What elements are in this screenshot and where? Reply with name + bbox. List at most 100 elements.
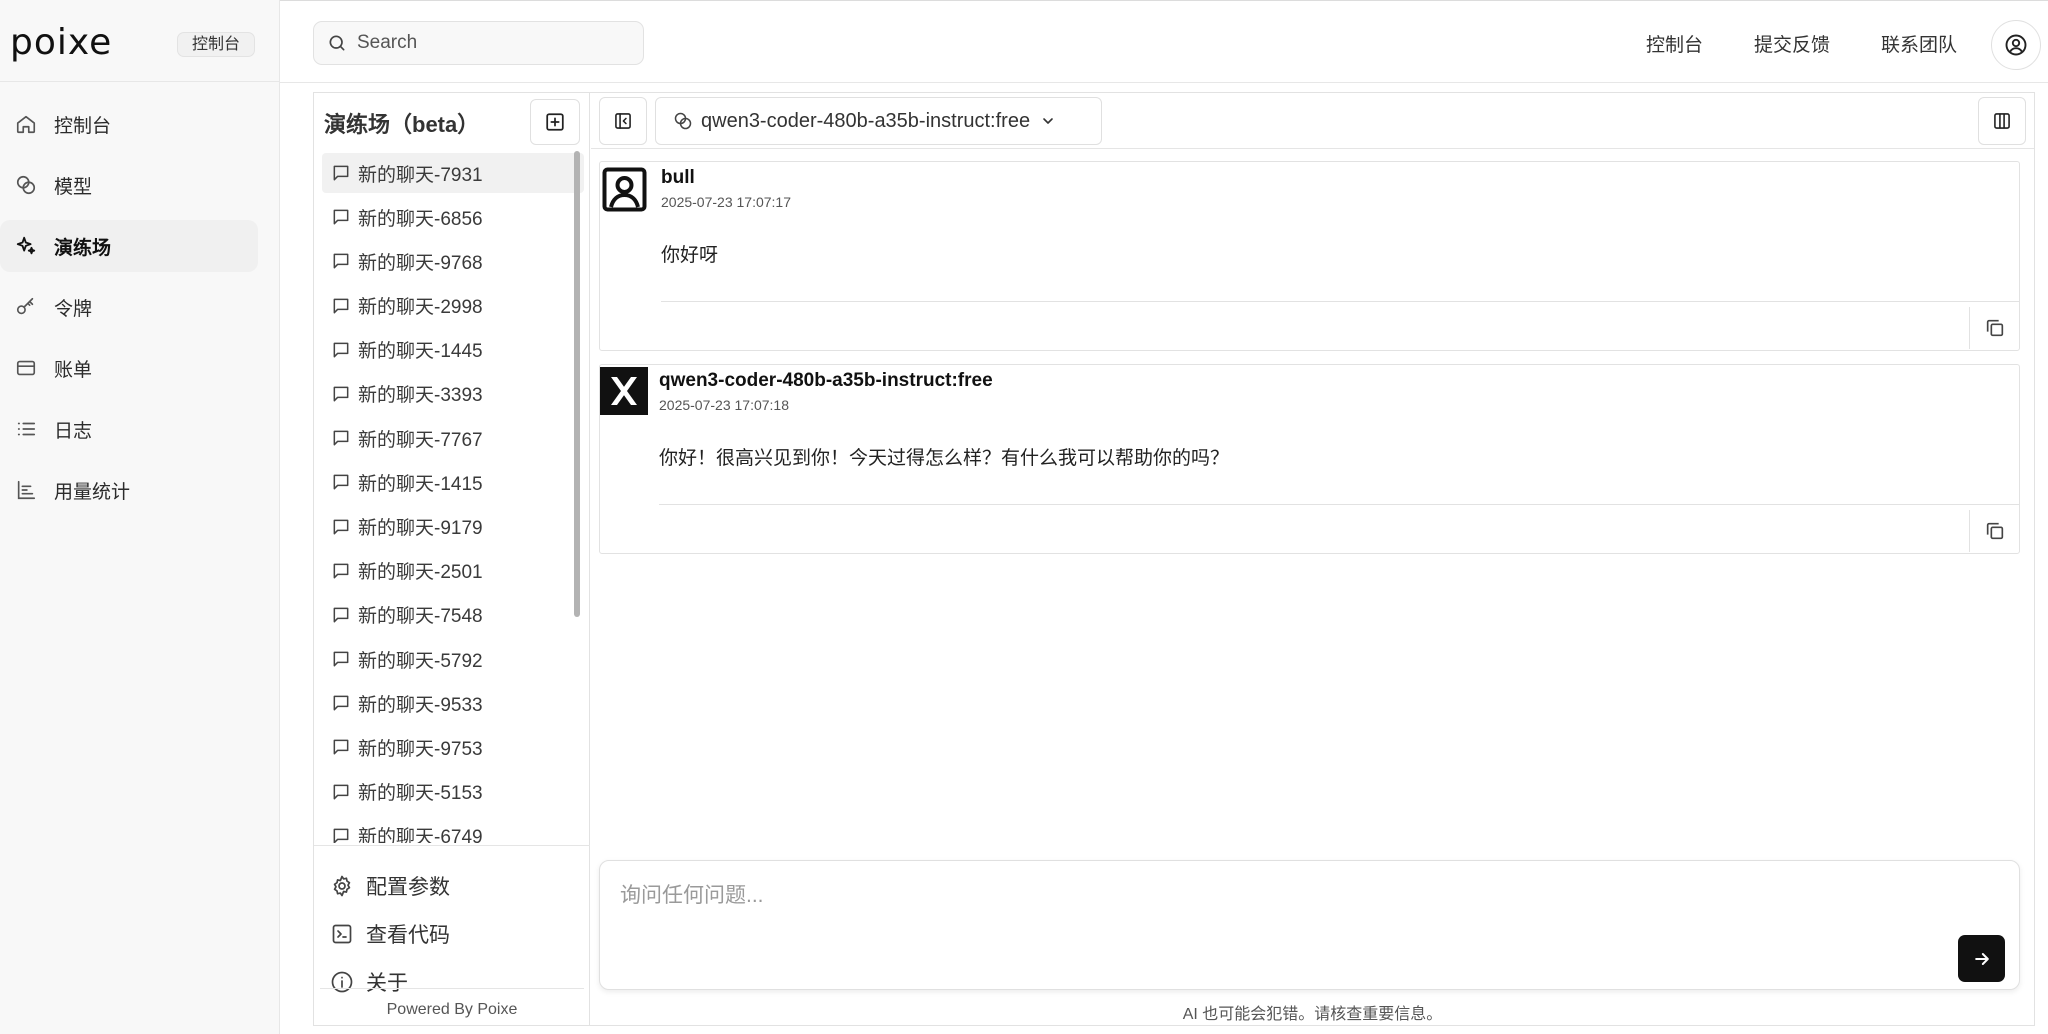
message-icon <box>331 163 351 183</box>
search-box[interactable] <box>313 21 644 65</box>
console-badge: 控制台 <box>177 32 256 57</box>
selected-model: qwen3-coder-480b-a35b-instruct:free <box>701 109 1031 132</box>
bar-chart-icon <box>15 479 37 501</box>
nav-item-billing[interactable]: 账单 <box>0 342 258 394</box>
send-button[interactable] <box>1958 935 2005 982</box>
nav-item-tokens[interactable]: 令牌 <box>0 281 258 333</box>
models-icon <box>15 174 37 196</box>
nav-item-logs[interactable]: 日志 <box>0 403 258 455</box>
account-button[interactable] <box>1991 20 2041 70</box>
chat-item-label: 新的聊天-9753 <box>358 738 483 760</box>
message-icon <box>331 251 351 271</box>
message-icon <box>331 561 351 581</box>
info-icon <box>330 970 354 994</box>
message-input[interactable] <box>620 879 1920 919</box>
chat-main: qwen3-coder-480b-a35b-instruct:free bull… <box>591 93 2034 1025</box>
chat-item-label: 新的聊天-2998 <box>358 297 483 319</box>
copy-button[interactable] <box>1969 307 2019 349</box>
terminal-icon <box>330 922 354 946</box>
chat-item[interactable]: 新的聊天-6749 <box>322 816 584 843</box>
chat-item[interactable]: 新的聊天-5153 <box>322 772 584 812</box>
message-text: 你好！很高兴见到你！今天过得怎么样？有什么我可以帮助你的吗？ <box>659 448 1230 469</box>
header-link-contact[interactable]: 联系团队 <box>1881 30 1957 57</box>
option-label: 关于 <box>366 972 408 995</box>
chat-item[interactable]: 新的聊天-7931 <box>322 153 584 193</box>
logo[interactable]: poixe <box>10 22 112 63</box>
chat-item-label: 新的聊天-7548 <box>358 606 483 628</box>
message-icon <box>331 605 351 625</box>
nav-item-console[interactable]: 控制台 <box>0 98 258 150</box>
option-label: 查看代码 <box>366 924 450 947</box>
chat-item-label: 新的聊天-1415 <box>358 473 483 495</box>
chat-item[interactable]: 新的聊天-9179 <box>322 507 584 547</box>
header-link-console[interactable]: 控制台 <box>1646 30 1703 57</box>
message-author: qwen3-coder-480b-a35b-instruct:free <box>659 370 993 391</box>
chat-list: 新的聊天-7931 新的聊天-6856 新的聊天-9768 新的聊天-2998 … <box>322 153 584 843</box>
credit-card-icon <box>15 357 37 379</box>
chat-item[interactable]: 新的聊天-3393 <box>322 374 584 414</box>
chat-item-label: 新的聊天-3393 <box>358 385 483 407</box>
chat-item[interactable]: 新的聊天-2501 <box>322 551 584 591</box>
nav-label: 账单 <box>54 359 93 381</box>
chat-item-label: 新的聊天-9533 <box>358 694 483 716</box>
main-nav: 控制台 模型 演练场 令牌 账单 日志 用量统计 <box>0 98 258 525</box>
chat-item[interactable]: 新的聊天-6856 <box>322 197 584 237</box>
config-params-option[interactable]: 配置参数 <box>330 869 450 903</box>
nav-item-models[interactable]: 模型 <box>0 159 258 211</box>
app-sidebar: poixe 控制台 控制台 模型 演练场 令牌 账单 日志 用量统计 <box>0 0 280 1034</box>
message-icon <box>331 428 351 448</box>
models-icon <box>673 111 693 131</box>
gear-icon <box>330 874 354 898</box>
nav-item-usage[interactable]: 用量统计 <box>0 464 258 516</box>
message-icon <box>331 340 351 360</box>
x-logo-icon <box>600 367 648 415</box>
search-input[interactable] <box>357 32 617 54</box>
nav-item-playground[interactable]: 演练场 <box>0 220 258 272</box>
ai-disclaimer: AI 也可能会犯错。请核查重要信息。 <box>1182 1006 1443 1023</box>
chat-list-panel: 演练场（beta） 新的聊天-7931 新的聊天-6856 新的聊天-9768 … <box>314 93 590 1025</box>
plus-square-icon <box>544 111 566 133</box>
chat-list-scrollbar[interactable] <box>574 151 580 617</box>
chat-item[interactable]: 新的聊天-5792 <box>322 639 584 679</box>
layout-toggle-button[interactable] <box>1978 97 2026 145</box>
chat-item-label: 新的聊天-1445 <box>358 341 483 363</box>
chat-item[interactable]: 新的聊天-7767 <box>322 418 584 458</box>
panel-collapse-icon <box>613 111 633 131</box>
chat-item[interactable]: 新的聊天-9753 <box>322 727 584 767</box>
home-icon <box>15 113 37 135</box>
message-icon <box>331 517 351 537</box>
message-text: 你好呀 <box>661 245 719 266</box>
chat-item[interactable]: 新的聊天-7548 <box>322 595 584 635</box>
message-author: bull <box>661 167 695 188</box>
model-selector[interactable]: qwen3-coder-480b-a35b-instruct:free <box>655 97 1102 145</box>
about-option[interactable]: 关于 <box>330 965 408 999</box>
search-icon <box>327 33 347 53</box>
message-icon <box>331 649 351 669</box>
view-code-option[interactable]: 查看代码 <box>330 917 450 951</box>
copy-button[interactable] <box>1969 510 2019 552</box>
copy-icon <box>1984 317 2006 339</box>
nav-label: 用量统计 <box>54 481 131 503</box>
header-link-feedback[interactable]: 提交反馈 <box>1754 30 1830 57</box>
message-divider <box>659 504 2019 505</box>
list-icon <box>15 418 37 440</box>
message-icon <box>331 826 351 843</box>
user-avatar-icon <box>602 167 647 212</box>
message-time: 2025-07-23 17:07:17 <box>661 194 791 210</box>
chat-item-label: 新的聊天-7931 <box>358 164 483 186</box>
option-label: 配置参数 <box>366 876 450 899</box>
message-time: 2025-07-23 17:07:18 <box>659 397 789 413</box>
chat-item[interactable]: 新的聊天-9533 <box>322 683 584 723</box>
header-divider <box>280 82 2048 83</box>
columns-icon <box>1992 111 2012 131</box>
new-chat-button[interactable] <box>530 99 580 145</box>
collapse-sidebar-button[interactable] <box>599 97 647 145</box>
playground-title: 演练场（beta） <box>324 112 480 137</box>
chat-item[interactable]: 新的聊天-2998 <box>322 286 584 326</box>
chat-item[interactable]: 新的聊天-1415 <box>322 462 584 502</box>
chat-item[interactable]: 新的聊天-9768 <box>322 241 584 281</box>
nav-label: 模型 <box>54 176 93 198</box>
powered-by: Powered By Poixe <box>386 1001 518 1018</box>
chat-item[interactable]: 新的聊天-1445 <box>322 330 584 370</box>
chat-item-label: 新的聊天-7767 <box>358 429 483 451</box>
